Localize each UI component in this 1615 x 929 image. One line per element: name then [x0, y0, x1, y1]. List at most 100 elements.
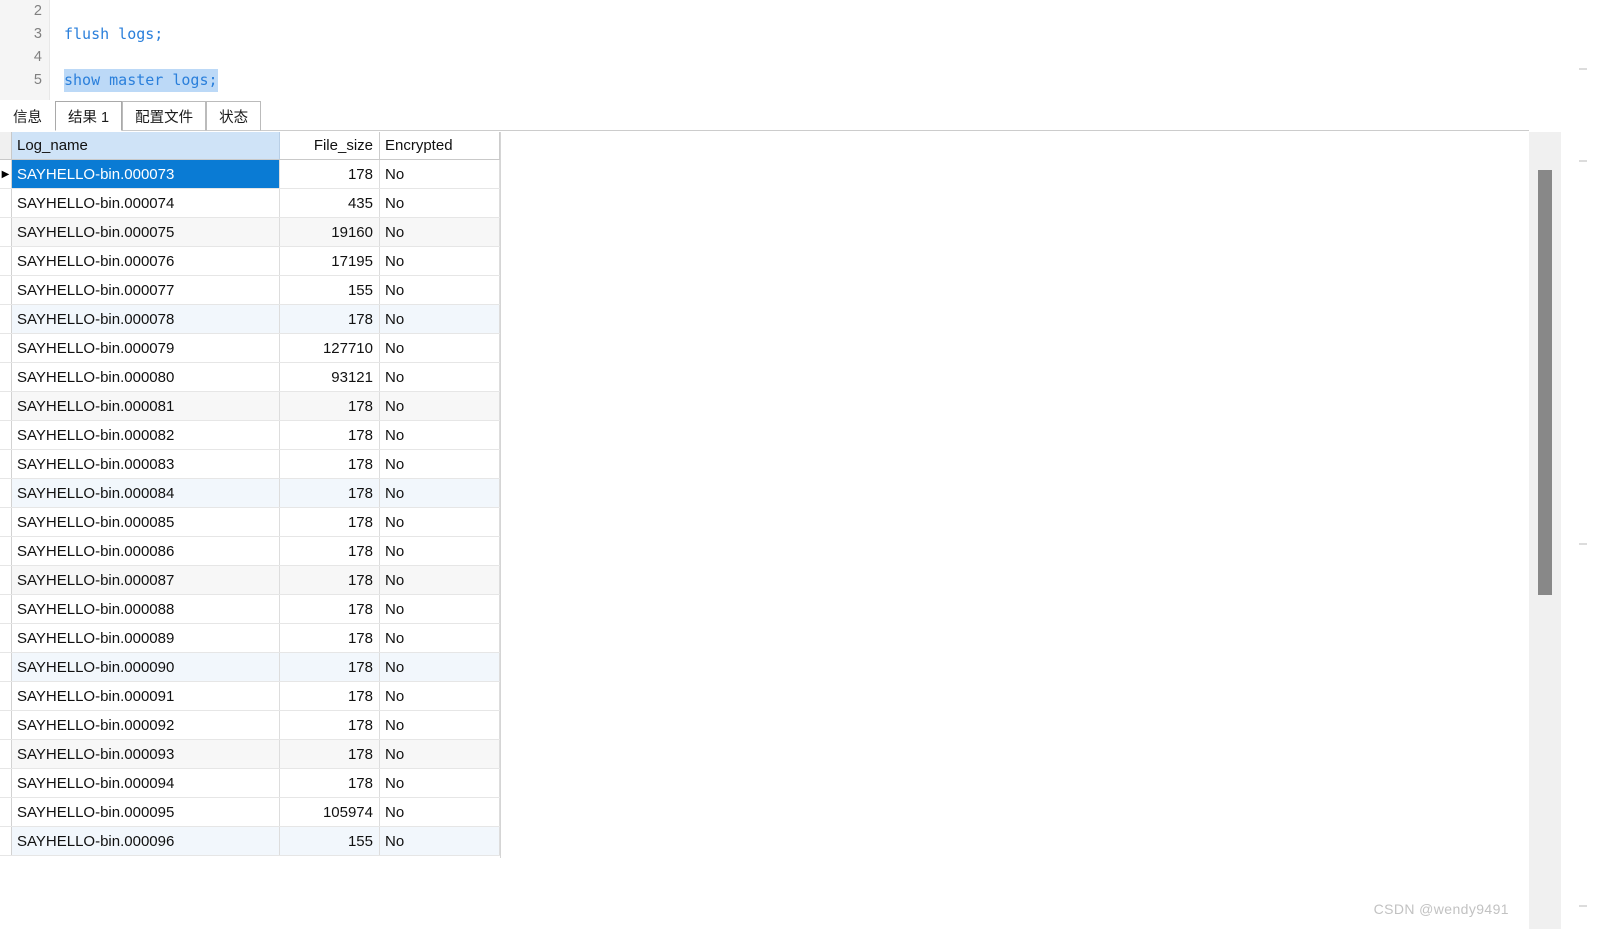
grid-row[interactable]: SAYHELLO-bin.000086 178 No — [0, 537, 501, 566]
grid-row[interactable]: SAYHELLO-bin.000075 19160 No — [0, 218, 501, 247]
grid-cell-log-name[interactable]: SAYHELLO-bin.000085 — [12, 508, 280, 536]
grid-cell-log-name[interactable]: SAYHELLO-bin.000093 — [12, 740, 280, 768]
grid-cell-encrypted[interactable]: No — [380, 711, 500, 739]
grid-cell-log-name[interactable]: SAYHELLO-bin.000073 — [12, 160, 280, 188]
grid-cell-file-size[interactable]: 17195 — [280, 247, 380, 275]
grid-cell-log-name[interactable]: SAYHELLO-bin.000080 — [12, 363, 280, 391]
grid-cell-log-name[interactable]: SAYHELLO-bin.000076 — [12, 247, 280, 275]
grid-cell-file-size[interactable]: 178 — [280, 624, 380, 652]
grid-cell-encrypted[interactable]: No — [380, 537, 500, 565]
result-grid[interactable]: Log_name File_size Encrypted ▶ SAYHELLO-bin.… — [0, 132, 501, 856]
grid-cell-log-name[interactable]: SAYHELLO-bin.000090 — [12, 653, 280, 681]
result-tab[interactable]: 状态 — [206, 101, 262, 131]
grid-cell-encrypted[interactable]: No — [380, 479, 500, 507]
grid-cell-file-size[interactable]: 178 — [280, 160, 380, 188]
result-tab[interactable]: 结果 1 — [55, 101, 123, 131]
grid-cell-log-name[interactable]: SAYHELLO-bin.000088 — [12, 595, 280, 623]
grid-cell-file-size[interactable]: 178 — [280, 421, 380, 449]
grid-cell-encrypted[interactable]: No — [380, 334, 500, 362]
grid-row[interactable]: SAYHELLO-bin.000095 105974 No — [0, 798, 501, 827]
grid-cell-file-size[interactable]: 178 — [280, 305, 380, 333]
grid-cell-log-name[interactable]: SAYHELLO-bin.000078 — [12, 305, 280, 333]
grid-cell-encrypted[interactable]: No — [380, 276, 500, 304]
sql-editor-pane[interactable]: 2 3 flush logs; 4 5 show master logs; — [0, 0, 1615, 100]
grid-row[interactable]: SAYHELLO-bin.000085 178 No — [0, 508, 501, 537]
result-tab[interactable]: 配置文件 — [122, 101, 207, 131]
grid-cell-encrypted[interactable]: No — [380, 740, 500, 768]
grid-cell-log-name[interactable]: SAYHELLO-bin.000084 — [12, 479, 280, 507]
grid-cell-file-size[interactable]: 178 — [280, 392, 380, 420]
grid-column-header[interactable]: Log_name — [12, 132, 280, 159]
grid-cell-log-name[interactable]: SAYHELLO-bin.000082 — [12, 421, 280, 449]
grid-cell-encrypted[interactable]: No — [380, 160, 500, 188]
grid-row[interactable]: SAYHELLO-bin.000090 178 No — [0, 653, 501, 682]
grid-cell-log-name[interactable]: SAYHELLO-bin.000083 — [12, 450, 280, 478]
grid-row[interactable]: SAYHELLO-bin.000094 178 No — [0, 769, 501, 798]
result-grid-vertical-scrollbar[interactable] — [1529, 132, 1561, 929]
grid-cell-file-size[interactable]: 178 — [280, 711, 380, 739]
grid-cell-log-name[interactable]: SAYHELLO-bin.000074 — [12, 189, 280, 217]
editor-line[interactable]: 4 — [34, 46, 1615, 69]
grid-cell-encrypted[interactable]: No — [380, 595, 500, 623]
grid-cell-log-name[interactable]: SAYHELLO-bin.000095 — [12, 798, 280, 826]
grid-row[interactable]: SAYHELLO-bin.000089 178 No — [0, 624, 501, 653]
grid-cell-log-name[interactable]: SAYHELLO-bin.000077 — [12, 276, 280, 304]
grid-cell-encrypted[interactable]: No — [380, 566, 500, 594]
grid-row[interactable]: SAYHELLO-bin.000080 93121 No — [0, 363, 501, 392]
grid-cell-encrypted[interactable]: No — [380, 247, 500, 275]
grid-cell-file-size[interactable]: 19160 — [280, 218, 380, 246]
grid-row[interactable]: SAYHELLO-bin.000074 435 No — [0, 189, 501, 218]
grid-row[interactable]: SAYHELLO-bin.000088 178 No — [0, 595, 501, 624]
grid-cell-file-size[interactable]: 155 — [280, 827, 380, 855]
grid-row[interactable]: SAYHELLO-bin.000096 155 No — [0, 827, 501, 856]
grid-cell-log-name[interactable]: SAYHELLO-bin.000096 — [12, 827, 280, 855]
grid-cell-file-size[interactable]: 178 — [280, 740, 380, 768]
grid-row[interactable]: SAYHELLO-bin.000079 127710 No — [0, 334, 501, 363]
grid-cell-log-name[interactable]: SAYHELLO-bin.000086 — [12, 537, 280, 565]
grid-cell-log-name[interactable]: SAYHELLO-bin.000081 — [12, 392, 280, 420]
grid-cell-encrypted[interactable]: No — [380, 508, 500, 536]
grid-cell-file-size[interactable]: 178 — [280, 479, 380, 507]
grid-cell-encrypted[interactable]: No — [380, 218, 500, 246]
grid-row[interactable]: SAYHELLO-bin.000091 178 No — [0, 682, 501, 711]
grid-row[interactable]: SAYHELLO-bin.000092 178 No — [0, 711, 501, 740]
grid-cell-file-size[interactable]: 178 — [280, 769, 380, 797]
grid-cell-log-name[interactable]: SAYHELLO-bin.000094 — [12, 769, 280, 797]
grid-cell-encrypted[interactable]: No — [380, 450, 500, 478]
grid-cell-file-size[interactable]: 93121 — [280, 363, 380, 391]
grid-row[interactable]: SAYHELLO-bin.000082 178 No — [0, 421, 501, 450]
grid-cell-encrypted[interactable]: No — [380, 682, 500, 710]
grid-column-header[interactable]: File_size — [280, 132, 380, 159]
grid-row[interactable]: ▶ SAYHELLO-bin.000073 178 No — [0, 160, 501, 189]
grid-cell-encrypted[interactable]: No — [380, 189, 500, 217]
grid-cell-encrypted[interactable]: No — [380, 392, 500, 420]
result-grid-viewport[interactable]: Log_name File_size Encrypted ▶ SAYHELLO-bin.… — [0, 132, 1529, 929]
grid-row[interactable]: SAYHELLO-bin.000093 178 No — [0, 740, 501, 769]
grid-row[interactable]: SAYHELLO-bin.000083 178 No — [0, 450, 501, 479]
grid-cell-file-size[interactable]: 105974 — [280, 798, 380, 826]
grid-cell-file-size[interactable]: 155 — [280, 276, 380, 304]
editor-line[interactable]: 5 show master logs; — [34, 69, 1615, 92]
grid-cell-log-name[interactable]: SAYHELLO-bin.000087 — [12, 566, 280, 594]
grid-cell-encrypted[interactable]: No — [380, 653, 500, 681]
editor-text-area[interactable]: 2 3 flush logs; 4 5 show master logs; — [34, 0, 1615, 100]
grid-cell-encrypted[interactable]: No — [380, 421, 500, 449]
grid-cell-file-size[interactable]: 178 — [280, 450, 380, 478]
grid-cell-log-name[interactable]: SAYHELLO-bin.000089 — [12, 624, 280, 652]
grid-cell-file-size[interactable]: 435 — [280, 189, 380, 217]
grid-row[interactable]: SAYHELLO-bin.000077 155 No — [0, 276, 501, 305]
grid-cell-log-name[interactable]: SAYHELLO-bin.000091 — [12, 682, 280, 710]
grid-cell-file-size[interactable]: 178 — [280, 653, 380, 681]
result-grid-scrollbar-thumb[interactable] — [1538, 170, 1552, 595]
grid-cell-file-size[interactable]: 178 — [280, 682, 380, 710]
grid-row[interactable]: SAYHELLO-bin.000078 178 No — [0, 305, 501, 334]
grid-row[interactable]: SAYHELLO-bin.000076 17195 No — [0, 247, 501, 276]
editor-line[interactable]: 2 — [34, 0, 1615, 23]
grid-cell-file-size[interactable]: 127710 — [280, 334, 380, 362]
grid-row[interactable]: SAYHELLO-bin.000087 178 No — [0, 566, 501, 595]
grid-cell-file-size[interactable]: 178 — [280, 537, 380, 565]
grid-row[interactable]: SAYHELLO-bin.000081 178 No — [0, 392, 501, 421]
grid-cell-log-name[interactable]: SAYHELLO-bin.000092 — [12, 711, 280, 739]
grid-cell-encrypted[interactable]: No — [380, 798, 500, 826]
editor-line[interactable]: 3 flush logs; — [34, 23, 1615, 46]
